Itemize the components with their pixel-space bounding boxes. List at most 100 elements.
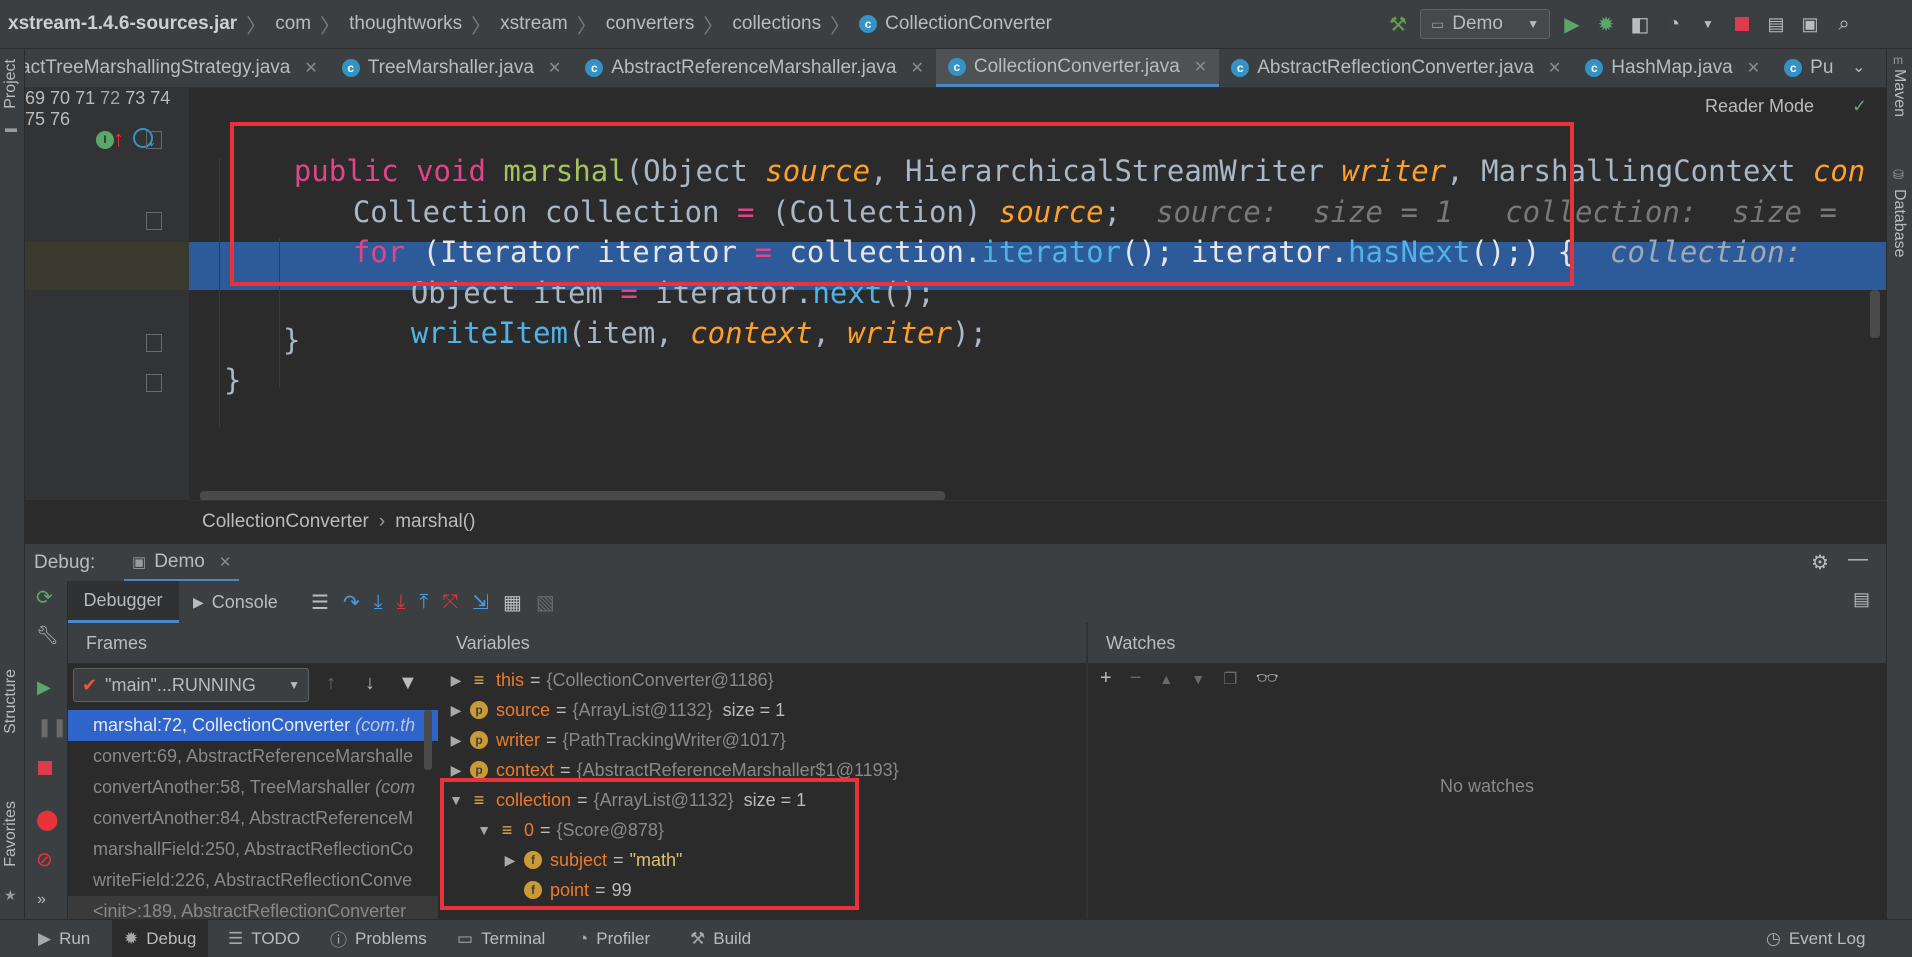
run-icon[interactable]: ▶: [1560, 12, 1584, 36]
run-config-select[interactable]: ▭ Demo ▼: [1420, 9, 1550, 39]
fold-marker-icon[interactable]: [146, 212, 162, 230]
database-tool-tab[interactable]: Database: [1890, 189, 1908, 258]
mute-breakpoints-icon[interactable]: ⊘: [36, 847, 53, 872]
crumb-converters[interactable]: converters: [606, 13, 695, 35]
close-icon[interactable]: ✕: [1548, 58, 1561, 78]
add-watch-icon[interactable]: +: [1100, 667, 1112, 690]
crumb-thoughtworks[interactable]: thoughtworks: [349, 13, 462, 35]
structure-tool-tab[interactable]: Structure: [2, 669, 20, 734]
duplicate-icon[interactable]: ❐: [1223, 669, 1237, 689]
expand-icon[interactable]: ▶: [448, 672, 464, 689]
variable-row-this[interactable]: ▶ ≡ this = {CollectionConverter@1186}: [448, 665, 774, 695]
crumb-collections[interactable]: collections: [732, 13, 821, 35]
close-icon[interactable]: ✕: [548, 58, 561, 78]
tool-tab-terminal[interactable]: ▭ Terminal: [457, 920, 545, 957]
crumb-xstream[interactable]: xstream: [500, 13, 568, 35]
move-down-icon[interactable]: ▼: [1191, 671, 1205, 687]
expand-icon[interactable]: ▶: [448, 702, 464, 719]
tab-abstract-reflection-converter[interactable]: c AbstractReflectionConverter.java ✕: [1219, 49, 1573, 87]
trace-icon[interactable]: ▧: [536, 590, 555, 615]
debug-bug-icon[interactable]: ✹: [1594, 12, 1618, 36]
reader-mode-button[interactable]: Reader Mode: [1705, 96, 1814, 117]
tab-console[interactable]: ▶ Console: [193, 581, 278, 623]
window-icon[interactable]: ▣: [1798, 12, 1822, 36]
previous-thread-icon[interactable]: ↑: [326, 672, 336, 695]
settings-wrench-icon[interactable]: 🔧︎: [36, 625, 59, 646]
vertical-scrollbar[interactable]: [1870, 290, 1880, 338]
layout-icon[interactable]: ▤: [1853, 589, 1870, 610]
project-structure-icon[interactable]: ▤: [1764, 12, 1788, 36]
rerun-icon[interactable]: ⟳: [36, 585, 53, 610]
tab-abstract-tree-marshalling-strategy[interactable]: actTreeMarshallingStrategy.java ✕: [0, 49, 330, 87]
tab-collection-converter[interactable]: c CollectionConverter.java ✕: [935, 49, 1220, 87]
breadcrumb-method[interactable]: marshal(): [395, 511, 475, 533]
fold-marker-icon[interactable]: [146, 334, 162, 352]
frame-row[interactable]: marshallField:250, AbstractReflectionCo: [68, 834, 438, 865]
tab-pu[interactable]: c Pu: [1772, 49, 1845, 87]
close-icon[interactable]: ✕: [304, 58, 317, 78]
frame-row-selected[interactable]: marshal:72, CollectionConverter (com.th: [68, 710, 438, 741]
frame-row[interactable]: convert:69, AbstractReferenceMarshalle: [68, 741, 438, 772]
maven-tool-tab[interactable]: Maven: [1890, 69, 1908, 117]
view-breakpoints-icon[interactable]: ⬤: [36, 807, 58, 832]
move-up-icon[interactable]: ▲: [1159, 671, 1173, 687]
fold-marker-icon[interactable]: [146, 374, 162, 392]
profile-icon[interactable]: ◔: [1662, 12, 1686, 36]
filter-icon[interactable]: ▼: [398, 672, 418, 695]
frames-scrollbar[interactable]: [424, 710, 432, 770]
close-icon[interactable]: ✕: [1194, 57, 1207, 77]
tool-tab-todo[interactable]: ☰ TODO: [228, 920, 300, 957]
crumb-jar[interactable]: xstream-1.4.6-sources.jar: [8, 13, 237, 35]
breadcrumb-class[interactable]: CollectionConverter: [202, 511, 369, 533]
close-icon[interactable]: ✕: [910, 58, 923, 78]
tool-tab-run[interactable]: ▶ Run: [38, 920, 90, 957]
stop-icon[interactable]: [1730, 12, 1754, 36]
project-tool-tab[interactable]: Project: [2, 59, 20, 109]
expand-icon[interactable]: ▶: [448, 762, 464, 779]
tool-tab-profiler[interactable]: ◔ Profiler: [578, 920, 650, 957]
expand-icon[interactable]: ▶: [448, 732, 464, 749]
tool-tab-build[interactable]: ⚒ Build: [690, 920, 751, 957]
evaluate-expression-icon[interactable]: ▦: [503, 590, 522, 615]
minimize-icon[interactable]: —: [1848, 548, 1868, 571]
search-icon[interactable]: ⌕: [1832, 12, 1856, 36]
crumb-com[interactable]: com: [275, 13, 311, 35]
tool-tab-problems[interactable]: ⓘ Problems: [330, 920, 427, 957]
resume-icon[interactable]: ▶: [37, 677, 51, 698]
more-run-chevron-icon[interactable]: ▼: [1696, 12, 1720, 36]
stop-icon[interactable]: [38, 761, 52, 775]
tab-debugger[interactable]: Debugger: [67, 581, 179, 623]
pause-icon[interactable]: ❚❚: [37, 717, 67, 738]
debug-session-tab[interactable]: ▣ Demo ✕: [124, 544, 240, 582]
show-execution-point-icon[interactable]: ☰: [311, 590, 329, 615]
tool-tab-debug[interactable]: ✹ Debug: [112, 920, 209, 957]
step-out-icon[interactable]: ⤒: [419, 591, 428, 614]
crumb-class[interactable]: CollectionConverter: [885, 13, 1052, 35]
next-thread-icon[interactable]: ↓: [365, 672, 375, 695]
fold-marker-icon[interactable]: [146, 131, 162, 149]
close-icon[interactable]: ✕: [1747, 58, 1760, 78]
implements-icon[interactable]: I: [96, 131, 114, 149]
glasses-icon[interactable]: 👓︎: [1255, 668, 1278, 689]
thread-select[interactable]: ✔ "main"...RUNNING ▼: [73, 668, 309, 702]
close-icon[interactable]: ✕: [219, 553, 232, 571]
force-step-into-icon[interactable]: ⤓: [397, 591, 406, 614]
run-to-cursor-icon[interactable]: ⇲: [472, 590, 489, 615]
gear-icon[interactable]: ⚙: [1811, 550, 1829, 575]
frame-row[interactable]: convertAnother:58, TreeMarshaller (com: [68, 772, 438, 803]
frame-row[interactable]: writeField:226, AbstractReflectionConve: [68, 865, 438, 896]
tabs-overflow-chevron-icon[interactable]: ⌄: [1852, 57, 1865, 77]
drop-frame-icon[interactable]: ⤧: [442, 591, 458, 614]
remove-watch-icon[interactable]: −: [1130, 667, 1142, 690]
favorites-tool-tab[interactable]: Favorites: [2, 801, 20, 867]
override-up-arrow-icon[interactable]: ↑: [113, 126, 124, 152]
frame-row[interactable]: <init>:189, AbstractReflectionConverter: [68, 896, 438, 919]
step-into-icon[interactable]: ⤓: [374, 591, 383, 614]
event-log[interactable]: ◷ Event Log: [1766, 920, 1865, 957]
variable-row-source[interactable]: ▶ p source = {ArrayList@1132} size = 1: [448, 695, 786, 725]
build-hammer-icon[interactable]: ⚒: [1386, 12, 1410, 36]
tab-tree-marshaller[interactable]: c TreeMarshaller.java ✕: [330, 49, 574, 87]
tab-hashmap[interactable]: c HashMap.java ✕: [1573, 49, 1772, 87]
coverage-icon[interactable]: ◧: [1628, 12, 1652, 36]
more-actions-icon[interactable]: »: [37, 891, 46, 909]
